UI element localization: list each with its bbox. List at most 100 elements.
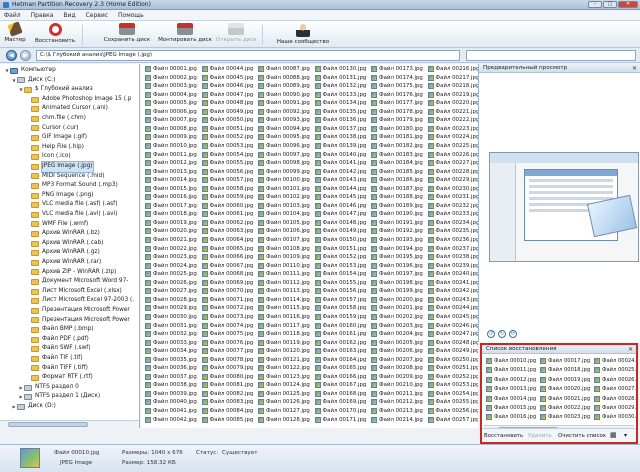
file-item[interactable]: Файл 00032.jpg bbox=[145, 330, 197, 338]
tree-node[interactable]: Архив ZIP - WinRAR (.zip) bbox=[25, 268, 116, 278]
file-item[interactable]: Файл 00010.jpg bbox=[145, 142, 197, 150]
tree-node[interactable]: Архив WinRAR (.bz) bbox=[25, 229, 100, 239]
file-item[interactable]: Файл 00150.jpg bbox=[314, 236, 366, 244]
file-item[interactable]: Файл 00068.jpg bbox=[201, 270, 253, 278]
recovery-item[interactable]: Файл 00013.jpg bbox=[486, 385, 536, 393]
file-item[interactable]: Файл 00027.jpg bbox=[145, 287, 197, 295]
file-item[interactable]: Файл 00009.jpg bbox=[145, 133, 197, 141]
file-item[interactable]: Файл 00246.jpg bbox=[427, 322, 478, 330]
file-item[interactable]: Файл 00249.jpg bbox=[427, 347, 478, 355]
file-item[interactable]: Файл 00030.jpg bbox=[145, 313, 197, 321]
file-item[interactable]: Файл 00011.jpg bbox=[145, 151, 197, 159]
file-item[interactable]: Файл 00029.jpg bbox=[145, 304, 197, 312]
file-item[interactable]: Файл 00050.jpg bbox=[201, 116, 253, 124]
tree-node[interactable]: ▶ NTFS раздел 1 (Диск) bbox=[18, 392, 100, 402]
file-item[interactable]: Файл 00192.jpg bbox=[371, 227, 423, 235]
file-item[interactable]: Файл 00115.jpg bbox=[258, 304, 310, 312]
file-item[interactable]: Файл 00112.jpg bbox=[258, 279, 310, 287]
file-item[interactable]: Файл 00197.jpg bbox=[371, 270, 423, 278]
file-item[interactable]: Файл 00184.jpg bbox=[371, 159, 423, 167]
file-item[interactable]: Файл 00015.jpg bbox=[145, 185, 197, 193]
file-item[interactable]: Файл 00179.jpg bbox=[371, 116, 423, 124]
address-input[interactable]: C:\$ Глубокий анализ\JPEG Image (.jpg) bbox=[36, 50, 460, 61]
file-item[interactable]: Файл 00056.jpg bbox=[201, 168, 253, 176]
file-item[interactable]: Файл 00104.jpg bbox=[258, 210, 310, 218]
file-item[interactable]: Файл 00198.jpg bbox=[371, 279, 423, 287]
file-item[interactable]: Файл 00237.jpg bbox=[427, 245, 478, 253]
community-button[interactable]: Наше сообщество bbox=[272, 22, 334, 47]
recovery-item[interactable]: Файл 00010.jpg bbox=[486, 357, 536, 365]
file-item[interactable]: Файл 00159.jpg bbox=[314, 313, 366, 321]
recovery-item[interactable]: Файл 00019.jpg bbox=[540, 376, 590, 384]
file-item[interactable]: Файл 00176.jpg bbox=[371, 91, 423, 99]
file-item[interactable]: Файл 00227.jpg bbox=[427, 159, 478, 167]
file-item[interactable]: Файл 00156.jpg bbox=[314, 287, 366, 295]
file-item[interactable]: Файл 00075.jpg bbox=[201, 330, 253, 338]
file-item[interactable]: Файл 00160.jpg bbox=[314, 322, 366, 330]
file-item[interactable]: Файл 00248.jpg bbox=[427, 339, 478, 347]
file-item[interactable]: Файл 00110.jpg bbox=[258, 262, 310, 270]
file-item[interactable]: Файл 00059.jpg bbox=[201, 193, 253, 201]
file-item[interactable]: Файл 00107.jpg bbox=[258, 236, 310, 244]
file-item[interactable]: Файл 00205.jpg bbox=[371, 339, 423, 347]
file-item[interactable]: Файл 00147.jpg bbox=[314, 210, 366, 218]
file-item[interactable]: Файл 00241.jpg bbox=[427, 279, 478, 287]
menu-file[interactable]: Файл bbox=[4, 11, 21, 20]
file-item[interactable]: Файл 00062.jpg bbox=[201, 219, 253, 227]
file-item[interactable]: Файл 00164.jpg bbox=[314, 356, 366, 364]
file-item[interactable]: Файл 00154.jpg bbox=[314, 270, 366, 278]
file-item[interactable]: Файл 00228.jpg bbox=[427, 168, 478, 176]
file-item[interactable]: Файл 00074.jpg bbox=[201, 322, 253, 330]
file-item[interactable]: Файл 00018.jpg bbox=[145, 210, 197, 218]
file-item[interactable]: Файл 00116.jpg bbox=[258, 313, 310, 321]
file-item[interactable]: Файл 00224.jpg bbox=[427, 133, 478, 141]
file-item[interactable]: Файл 00221.jpg bbox=[427, 108, 478, 116]
tree-node[interactable]: ▼ Компьютер bbox=[4, 66, 56, 76]
file-item[interactable]: Файл 00196.jpg bbox=[371, 262, 423, 270]
file-item[interactable]: Файл 00174.jpg bbox=[371, 74, 423, 82]
file-item[interactable]: Файл 00234.jpg bbox=[427, 219, 478, 227]
tree-node[interactable]: Презентация Microsoft Power bbox=[25, 306, 130, 316]
file-item[interactable]: Файл 00203.jpg bbox=[371, 322, 423, 330]
file-item[interactable]: Файл 00158.jpg bbox=[314, 304, 366, 312]
recovery-item[interactable]: Файл 00015.jpg bbox=[486, 404, 536, 412]
file-item[interactable]: Файл 00130.jpg bbox=[314, 65, 366, 73]
file-item[interactable]: Файл 00073.jpg bbox=[201, 313, 253, 321]
file-item[interactable]: Файл 00071.jpg bbox=[201, 296, 253, 304]
file-item[interactable]: Файл 00226.jpg bbox=[427, 151, 478, 159]
preview-close-icon[interactable]: ✕ bbox=[632, 64, 637, 73]
file-item[interactable]: Файл 00239.jpg bbox=[427, 262, 478, 270]
file-item[interactable]: Файл 00085.jpg bbox=[201, 416, 253, 424]
file-item[interactable]: Файл 00244.jpg bbox=[427, 304, 478, 312]
file-item[interactable]: Файл 00180.jpg bbox=[371, 125, 423, 133]
file-item[interactable]: Файл 00090.jpg bbox=[258, 91, 310, 99]
tree-node[interactable]: Архив WinRAR (.rar) bbox=[25, 258, 101, 268]
file-item[interactable]: Файл 00096.jpg bbox=[258, 142, 310, 150]
file-item[interactable]: Файл 00065.jpg bbox=[201, 245, 253, 253]
recovery-item[interactable]: Файл 00022.jpg bbox=[540, 404, 590, 412]
file-item[interactable]: Файл 00042.jpg bbox=[145, 416, 197, 424]
file-item[interactable]: Файл 00185.jpg bbox=[371, 168, 423, 176]
file-item[interactable]: Файл 00187.jpg bbox=[371, 185, 423, 193]
file-item[interactable]: Файл 00099.jpg bbox=[258, 168, 310, 176]
rotate-right-icon[interactable]: ↻ bbox=[498, 330, 506, 338]
file-item[interactable]: Файл 00133.jpg bbox=[314, 91, 366, 99]
file-item[interactable]: Файл 00102.jpg bbox=[258, 193, 310, 201]
file-item[interactable]: Файл 00157.jpg bbox=[314, 296, 366, 304]
file-item[interactable]: Файл 00204.jpg bbox=[371, 330, 423, 338]
file-item[interactable]: Файл 00238.jpg bbox=[427, 253, 478, 261]
file-item[interactable]: Файл 00177.jpg bbox=[371, 99, 423, 107]
file-item[interactable]: Файл 00148.jpg bbox=[314, 219, 366, 227]
file-item[interactable]: Файл 00046.jpg bbox=[201, 82, 253, 90]
tree-node[interactable]: GIF Image (.gif) bbox=[25, 133, 87, 143]
file-item[interactable]: Файл 00080.jpg bbox=[201, 373, 253, 381]
file-item[interactable]: Файл 00195.jpg bbox=[371, 253, 423, 261]
file-item[interactable]: Файл 00078.jpg bbox=[201, 356, 253, 364]
file-item[interactable]: Файл 00136.jpg bbox=[314, 116, 366, 124]
rotate-left-icon[interactable]: ↺ bbox=[487, 330, 495, 338]
file-item[interactable]: Файл 00081.jpg bbox=[201, 381, 253, 389]
file-item[interactable]: Файл 00213.jpg bbox=[371, 407, 423, 415]
file-item[interactable]: Файл 00251.jpg bbox=[427, 364, 478, 372]
file-item[interactable]: Файл 00166.jpg bbox=[314, 373, 366, 381]
file-item[interactable]: Файл 00144.jpg bbox=[314, 185, 366, 193]
